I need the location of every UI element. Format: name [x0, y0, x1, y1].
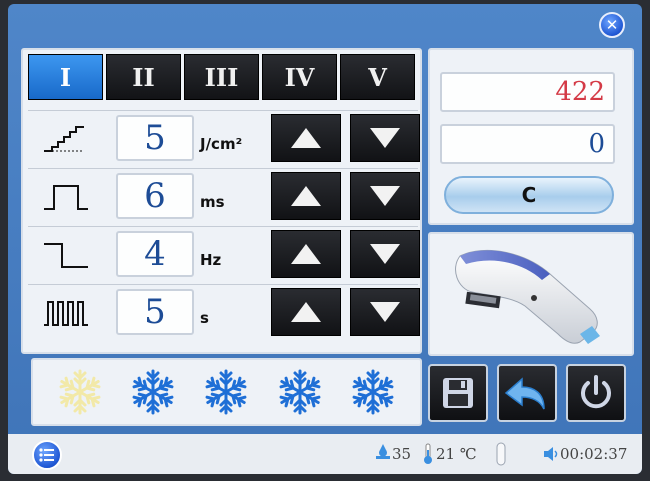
total-shot-count: 422: [440, 72, 615, 112]
power-button[interactable]: [566, 364, 626, 422]
energy-value: 5: [116, 115, 194, 161]
arrow-down-icon: [370, 186, 400, 206]
param-row-pulse-width: 6 ms: [28, 168, 420, 223]
parameter-panel: I II III IV V 5 J/cm² 6 ms 4 Hz 5 s: [21, 48, 422, 354]
arrow-down-icon: [370, 302, 400, 322]
close-icon: ✕: [605, 16, 619, 34]
duration-up-button[interactable]: [271, 288, 341, 336]
back-icon: [504, 377, 545, 410]
menu-list-icon: [39, 448, 54, 462]
close-button[interactable]: ✕: [599, 12, 625, 38]
pulse-width-value: 6: [116, 173, 194, 219]
counter-reset-button[interactable]: C: [444, 176, 614, 214]
back-button[interactable]: [497, 364, 557, 422]
tab-mode-4[interactable]: IV: [262, 54, 337, 100]
snowflake-icon[interactable]: [348, 367, 398, 417]
frequency-icon: [44, 243, 88, 268]
param-row-duration: 5 s: [28, 284, 420, 339]
energy-unit: J/cm²: [200, 135, 243, 153]
speaker-icon: [544, 447, 558, 461]
power-icon: [581, 375, 611, 409]
water-level-icon: [376, 444, 390, 459]
arrow-down-icon: [370, 244, 400, 264]
pulse-width-icon: [44, 185, 88, 210]
shot-counter-panel: 422 0 C: [428, 48, 634, 225]
tab-mode-1[interactable]: I: [28, 54, 103, 100]
arrow-up-icon: [291, 302, 321, 322]
frequency-unit: Hz: [200, 251, 222, 269]
frequency-down-button[interactable]: [350, 230, 420, 278]
energy-down-button[interactable]: [350, 114, 420, 162]
timer-value: 00:02:37: [560, 445, 628, 463]
param-row-frequency: 4 Hz: [28, 226, 420, 281]
cooling-level-panel: [31, 358, 422, 426]
arrow-down-icon: [370, 128, 400, 148]
save-button[interactable]: [428, 364, 488, 422]
temperature-value: 21 ℃: [436, 445, 477, 463]
param-row-energy: 5 J/cm²: [28, 110, 420, 165]
arrow-up-icon: [291, 128, 321, 148]
session-shot-count: 0: [440, 124, 615, 164]
pulse-width-unit: ms: [200, 193, 225, 211]
snowflake-icon[interactable]: [201, 367, 251, 417]
duration-value: 5: [116, 289, 194, 335]
save-icon: [443, 378, 473, 408]
tab-mode-2[interactable]: II: [106, 54, 181, 100]
arrow-up-icon: [291, 244, 321, 264]
pulse-train-icon: [44, 301, 88, 326]
status-bar: 35 21 ℃ 00:02:37: [8, 434, 642, 474]
energy-steps-icon: [44, 126, 84, 152]
handpiece-image: [455, 250, 600, 344]
tab-mode-5[interactable]: V: [340, 54, 415, 100]
top-bar: ✕: [8, 4, 642, 46]
pulse-width-down-button[interactable]: [350, 172, 420, 220]
snowflake-icon[interactable]: [55, 367, 105, 417]
water-level-value: 35: [392, 445, 412, 463]
mode-tabs: I II III IV V: [28, 54, 415, 100]
frequency-value: 4: [116, 231, 194, 277]
menu-button[interactable]: [32, 440, 62, 470]
tank-icon: [496, 442, 506, 466]
snowflake-icon[interactable]: [275, 367, 325, 417]
snowflake-icon[interactable]: [128, 367, 178, 417]
handpiece-panel: [428, 232, 634, 356]
duration-unit: s: [200, 309, 209, 327]
device-screen: ✕ I II III IV V 5 J/cm² 6 ms 4 Hz 5 s 42…: [8, 4, 642, 474]
tab-mode-3[interactable]: III: [184, 54, 259, 100]
pulse-width-up-button[interactable]: [271, 172, 341, 220]
thermometer-icon: [424, 443, 432, 464]
arrow-up-icon: [291, 186, 321, 206]
duration-down-button[interactable]: [350, 288, 420, 336]
frequency-up-button[interactable]: [271, 230, 341, 278]
energy-up-button[interactable]: [271, 114, 341, 162]
